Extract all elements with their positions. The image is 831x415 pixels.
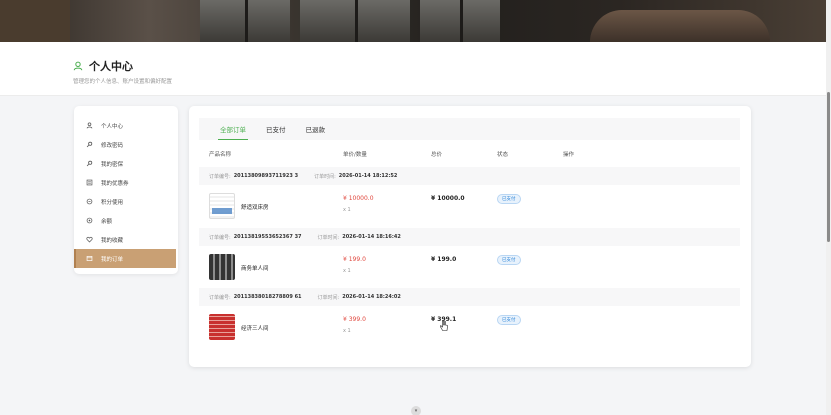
page-title: 个人中心 [89,60,133,73]
sidebar-item-security[interactable]: 我的密保 [74,154,178,173]
order-time-value: 2026-01-14 18:24:02 [342,294,401,300]
key-icon [86,160,93,167]
status-badge: 已支付 [497,315,521,325]
sidebar-item-label: 我的密保 [101,161,124,168]
column-header-total: 总价 [431,152,443,158]
page-header: 个人中心 管理您的个人信息、账户设置和偏好配置 [0,42,826,96]
banner-shelf [0,0,70,42]
order-no-value: 20113838018278809 61 [233,294,302,300]
order-time-value: 2026-01-14 18:16:42 [342,234,401,240]
table-row[interactable]: 舒适双床房 ¥ 10000.0 x 1 ¥ 10000.0 已支付 [199,185,740,227]
sidebar-item-coupons[interactable]: 我的优惠券 [74,173,178,192]
column-header-product: 产品名称 [209,152,232,158]
sidebar-item-orders[interactable]: 我的订单 [74,249,176,268]
table-row[interactable]: 经济三人间 ¥ 399.0 x 1 ¥ 399.1 已支付 [199,306,740,348]
quantity: x 1 [343,328,351,334]
scrollbar-thumb[interactable] [827,92,830,242]
table-row[interactable]: 商务单人间 ¥ 199.0 x 1 ¥ 199.0 已支付 [199,246,740,288]
sidebar-item-label: 我的优惠券 [101,180,129,187]
banner-bed [590,10,770,42]
order-time-value: 2026-01-14 18:12:52 [338,173,398,179]
order-icon [86,255,93,262]
key-icon [86,141,93,148]
order-info-bar: 订单编号: 20113819553652367 37 订单时间: 2026-01… [199,228,740,246]
banner-mullion [355,0,358,42]
tab-paid[interactable]: 已支付 [266,118,286,140]
order-info-bar: 订单编号: 20113838018278809 61 订单时间: 2026-01… [199,288,740,306]
order-time-label: 订单时间: [317,294,340,301]
unit-price: ¥ 199.0 [343,256,366,263]
tab-all-orders[interactable]: 全部订单 [218,118,248,140]
status-badge: 已支付 [497,194,521,204]
tab-refunded[interactable]: 已退款 [306,118,326,140]
sidebar-item-label: 我的订单 [101,256,124,263]
balance-icon [86,217,93,224]
column-header-status: 状态 [497,152,509,158]
banner-mullion [245,0,248,42]
unit-price: ¥ 399.0 [343,316,366,323]
status-badge: 已支付 [497,255,521,265]
product-image[interactable] [209,314,235,340]
sidebar-item-label: 个人中心 [101,123,124,130]
page-title-row: 个人中心 [73,58,133,74]
order-no-label: 订单编号: [209,294,231,301]
order-info-bar: 订单编号: 20113809893711923 3 订单时间: 2026-01-… [199,167,740,185]
quantity: x 1 [343,268,351,274]
sidebar-item-balance[interactable]: 余额 [74,211,178,230]
page-subtitle: 管理您的个人信息、账户设置和偏好配置 [73,79,173,85]
product-image[interactable] [209,254,235,280]
sidebar-menu: 个人中心 修改密码 我的密保 我的优惠券 积分使用 余额 我的收藏 我的订单 [74,106,178,274]
sidebar-item-label: 余额 [101,218,113,225]
total-price: ¥ 10000.0 [431,195,465,202]
hand-cursor-icon [439,316,448,331]
order-no-label: 订单编号: [209,234,231,241]
sidebar-item-profile[interactable]: 个人中心 [74,116,178,135]
product-image[interactable] [209,193,235,219]
points-icon [86,198,93,205]
column-header-price-qty: 单价/数量 [343,152,367,158]
product-name[interactable]: 经济三人间 [241,324,269,332]
quantity: x 1 [343,207,351,213]
product-name[interactable]: 舒适双床房 [241,203,269,211]
order-time-label: 订单时间: [314,173,336,180]
product-name[interactable]: 商务单人间 [241,264,269,272]
order-no-value: 20113819553652367 37 [233,234,302,240]
hero-banner [0,0,826,42]
order-tabs: 全部订单 已支付 已退款 [199,118,740,140]
order-no-value: 20113809893711923 3 [233,173,299,179]
coupon-icon [86,179,93,186]
total-price: ¥ 199.0 [431,256,457,263]
order-time-label: 订单时间: [317,234,340,241]
banner-mullion [460,0,463,42]
user-icon [86,122,93,129]
sidebar-item-points[interactable]: 积分使用 [74,192,178,211]
sidebar-item-favorites[interactable]: 我的收藏 [74,230,178,249]
sidebar-item-label: 积分使用 [101,199,124,206]
heart-icon [86,236,93,243]
scroll-down-icon[interactable]: ▾ [411,406,421,415]
user-icon [73,61,83,71]
sidebar-item-change-password[interactable]: 修改密码 [74,135,178,154]
page-scrollbar[interactable] [826,0,831,415]
order-no-label: 订单编号: [209,173,231,180]
sidebar-item-label: 我的收藏 [101,237,124,244]
unit-price: ¥ 10000.0 [343,195,374,202]
column-header-action: 操作 [563,152,575,158]
sidebar-item-label: 修改密码 [101,142,124,149]
